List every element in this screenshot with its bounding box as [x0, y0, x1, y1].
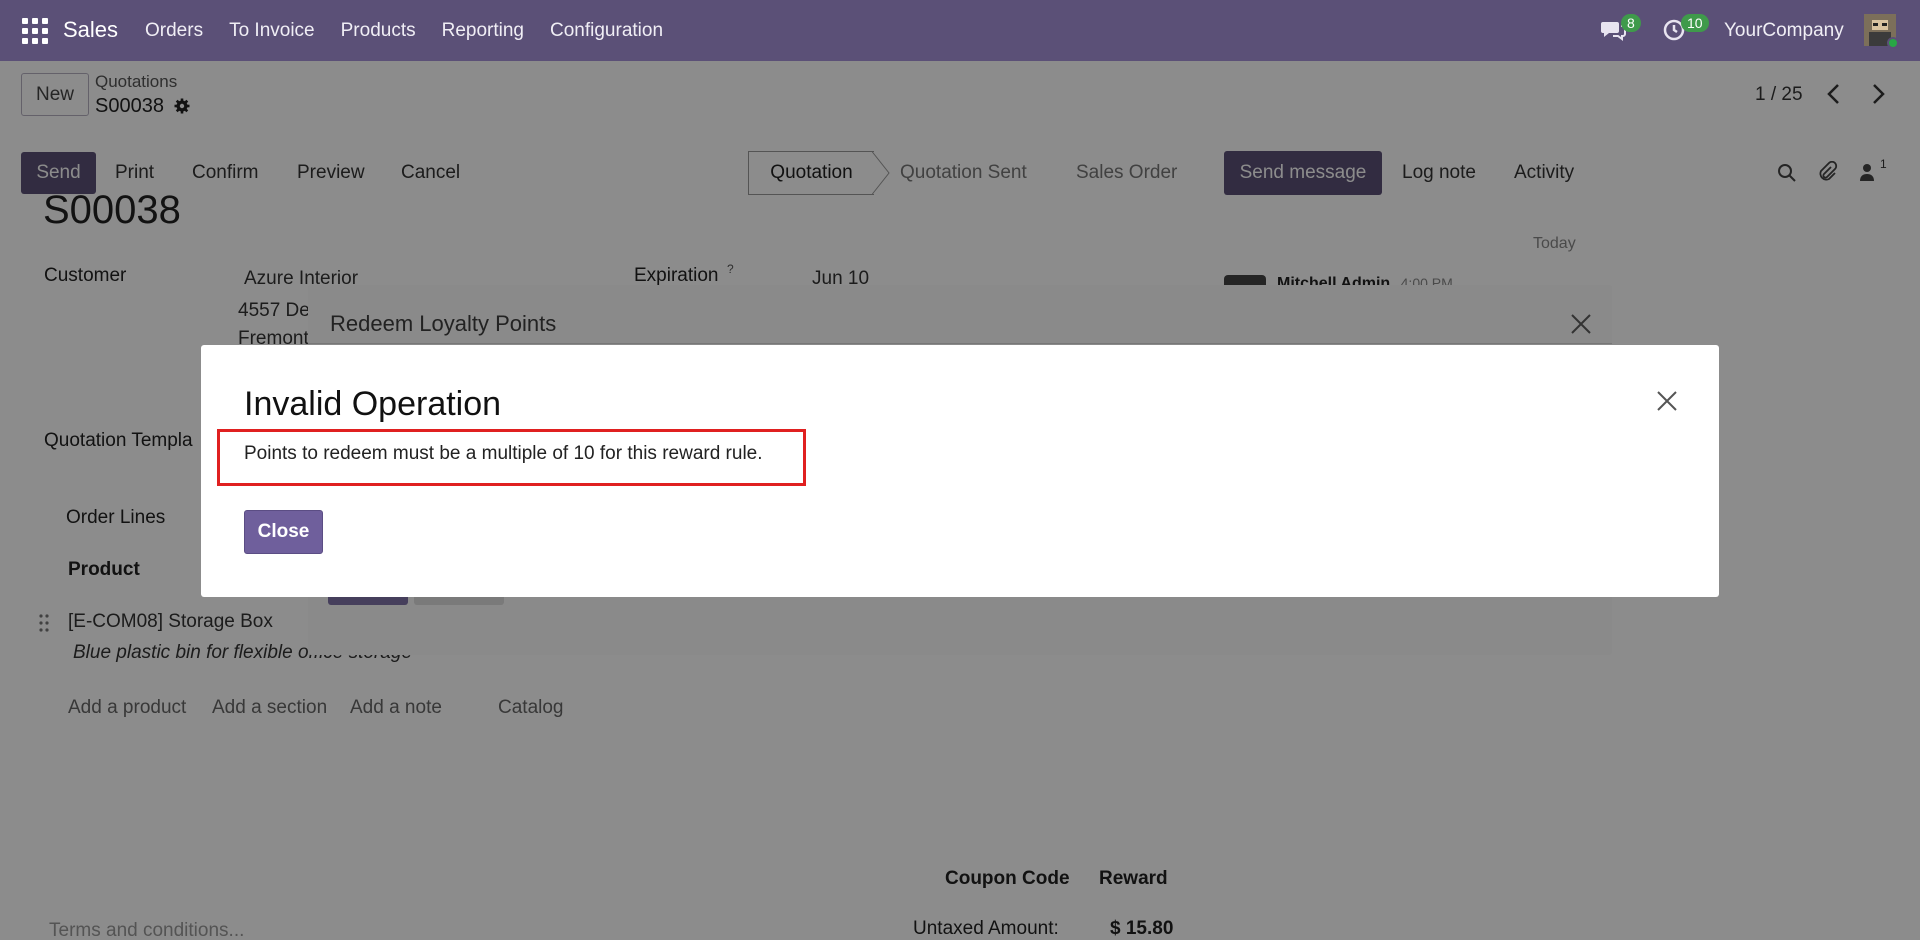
close-button[interactable]: Close: [244, 510, 323, 554]
close-icon[interactable]: [1656, 390, 1678, 412]
apps-grid-icon[interactable]: [22, 18, 48, 44]
error-dialog-title: Invalid Operation: [244, 385, 502, 423]
app-brand[interactable]: Sales: [63, 17, 118, 43]
chat-count-badge: 8: [1621, 14, 1641, 32]
company-switcher[interactable]: YourCompany: [1724, 20, 1844, 42]
error-message: Points to redeem must be a multiple of 1…: [244, 443, 763, 464]
redeem-dialog-divider: [308, 343, 1612, 344]
menu-to-invoice[interactable]: To Invoice: [229, 20, 315, 42]
user-avatar[interactable]: [1864, 14, 1899, 49]
top-navbar: Sales Orders To Invoice Products Reporti…: [0, 0, 1920, 61]
activity-count-badge: 10: [1681, 14, 1709, 32]
menu-products[interactable]: Products: [341, 20, 416, 42]
menu-reporting[interactable]: Reporting: [442, 20, 524, 42]
online-status-dot: [1887, 37, 1899, 49]
menu-configuration[interactable]: Configuration: [550, 20, 663, 42]
menu-orders[interactable]: Orders: [145, 20, 203, 42]
close-icon[interactable]: [1570, 313, 1592, 335]
redeem-dialog-title: Redeem Loyalty Points: [330, 311, 557, 336]
invalid-operation-dialog: Invalid Operation Points to redeem must …: [201, 345, 1719, 597]
main-menu: Orders To Invoice Products Reporting Con…: [145, 20, 663, 42]
